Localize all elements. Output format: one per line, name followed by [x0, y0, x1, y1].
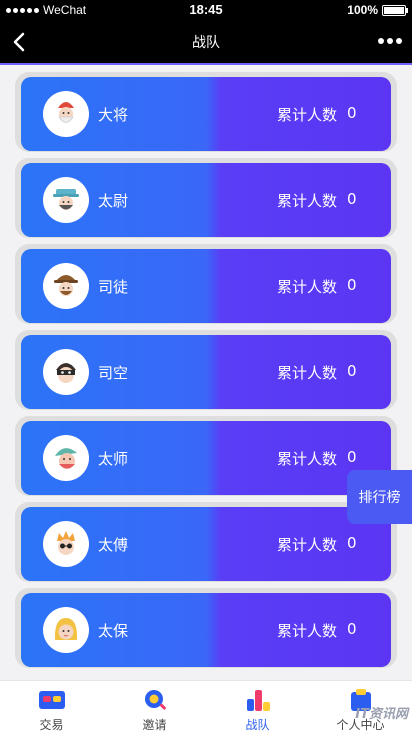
rank-card[interactable]: 太尉 累计人数 0 — [15, 158, 397, 238]
rank-card[interactable]: 太师 累计人数 0 — [15, 416, 397, 496]
count-label: 累计人数 — [277, 106, 338, 124]
count-value: 0 — [347, 190, 357, 208]
masked-avatar-icon — [43, 349, 89, 395]
minister-avatar-icon — [43, 263, 89, 309]
rank-name: 太傅 — [98, 536, 129, 554]
trade-icon — [38, 691, 65, 709]
invite-icon — [144, 690, 166, 710]
tab-bar: 交易 邀请 战队 个人中心 — [0, 680, 412, 735]
rank-name: 大将 — [98, 106, 129, 124]
battery-icon — [382, 4, 408, 16]
battery-indicator: 100% — [347, 3, 408, 17]
rank-card[interactable]: 大将 累计人数 0 — [15, 72, 397, 152]
count-label: 累计人数 — [277, 192, 338, 210]
rank-card[interactable]: 司徒 累计人数 0 — [15, 244, 397, 324]
tutor-avatar-icon — [43, 435, 89, 481]
tab-label: 邀请 — [142, 718, 167, 732]
battery-percent: 100% — [347, 3, 378, 17]
count-label: 累计人数 — [277, 364, 338, 382]
rank-card[interactable]: 司空 累计人数 0 — [15, 330, 397, 410]
tab-trade[interactable]: 交易 — [0, 681, 103, 735]
rank-card[interactable]: 太保 累计人数 0 — [15, 588, 397, 668]
status-bar: WeChat 18:45 100% — [0, 0, 412, 20]
rank-name: 司徒 — [98, 278, 129, 296]
rank-card[interactable]: 太傅 累计人数 0 — [15, 502, 397, 582]
general-avatar-icon — [43, 91, 89, 137]
count-label: 累计人数 — [277, 622, 338, 640]
watermark-text: IT资讯网 — [355, 707, 408, 722]
count-value: 0 — [347, 104, 357, 122]
more-options-icon[interactable] — [378, 38, 402, 44]
team-icon — [246, 690, 270, 711]
count-label: 累计人数 — [277, 278, 338, 296]
page-title: 战队 — [192, 35, 220, 51]
rank-name: 司空 — [98, 364, 129, 382]
count-value: 0 — [347, 534, 357, 552]
nav-bar: 战队 — [0, 20, 412, 65]
tab-label: 交易 — [39, 718, 64, 732]
commandant-avatar-icon — [43, 177, 89, 223]
rank-name: 太尉 — [98, 192, 129, 210]
tab-team[interactable]: 战队 — [206, 681, 309, 735]
count-value: 0 — [347, 620, 357, 638]
count-label: 累计人数 — [277, 450, 338, 468]
count-value: 0 — [347, 362, 357, 380]
tab-label: 战队 — [245, 718, 270, 732]
rank-name: 太保 — [98, 622, 129, 640]
guardian-avatar-icon — [43, 607, 89, 653]
mentor-avatar-icon — [43, 521, 89, 567]
count-label: 累计人数 — [277, 536, 338, 554]
count-value: 0 — [347, 276, 357, 294]
count-value: 0 — [347, 448, 357, 466]
leaderboard-button[interactable]: 排行榜 — [347, 470, 412, 524]
tab-invite[interactable]: 邀请 — [103, 681, 206, 735]
rank-name: 太师 — [98, 450, 129, 468]
